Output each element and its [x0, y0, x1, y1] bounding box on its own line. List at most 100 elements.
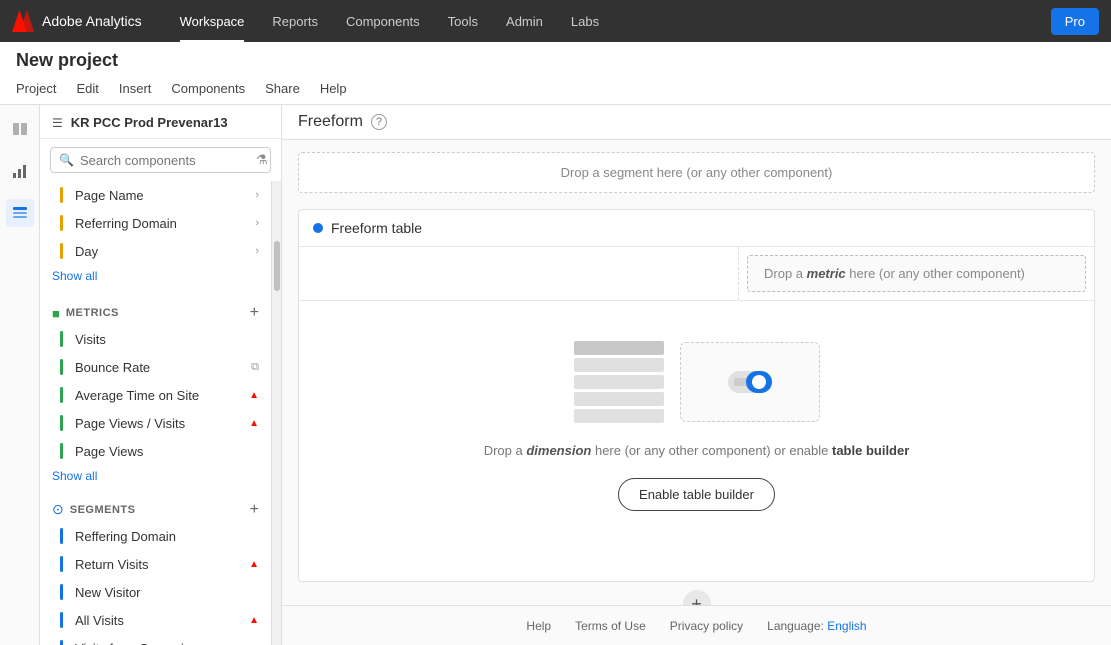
segment-bar [60, 640, 63, 645]
freeform-title: Freeform [298, 113, 363, 131]
panel-content: Page Name › Referring Domain › [40, 181, 281, 645]
components-panel: ☰ KR PCC Prod Prevenar13 🔍 ⚗ Page Name [40, 105, 282, 645]
dimension-column-header [299, 247, 739, 300]
dimension-page-name[interactable]: Page Name › [40, 181, 271, 209]
main-content: Freeform ? Drop a segment here (or any o… [282, 105, 1111, 645]
drop-metric-zone[interactable]: Drop a metric here (or any other compone… [747, 255, 1086, 292]
metric-label: Page Views / Visits [75, 416, 185, 431]
menu-bar: Project Edit Insert Components Share Hel… [16, 77, 1095, 104]
scrollbar-thumb [274, 241, 280, 291]
dim-color-bar [60, 215, 63, 231]
dim-label: Referring Domain [75, 216, 177, 231]
dimension-day[interactable]: Day › [40, 237, 271, 265]
metric-avg-time[interactable]: Average Time on Site ▲ [40, 381, 271, 409]
menu-edit[interactable]: Edit [66, 77, 108, 104]
nav-tools[interactable]: Tools [434, 0, 492, 42]
status-dot [313, 223, 323, 233]
add-panel-button[interactable]: + [683, 590, 711, 605]
nav-admin[interactable]: Admin [492, 0, 557, 42]
freeform-header: Freeform ? [282, 105, 1111, 140]
drop-segment-zone[interactable]: Drop a segment here (or any other compon… [298, 152, 1095, 193]
chevron-right-icon: › [255, 245, 259, 257]
nav-labs[interactable]: Labs [557, 0, 613, 42]
search-icon: 🔍 [59, 153, 74, 167]
workspace-area: Drop a segment here (or any other compon… [282, 140, 1111, 605]
chevron-right-icon: › [255, 189, 259, 201]
table-inner: Drop a metric here (or any other compone… [299, 247, 1094, 581]
segment-bar [60, 528, 63, 544]
metric-page-views[interactable]: Page Views [40, 437, 271, 465]
toggle-card [680, 342, 820, 422]
nav-workspace[interactable]: Workspace [166, 0, 259, 42]
terms-link[interactable]: Terms of Use [575, 619, 646, 633]
drop-dimension-hint: Drop a dimension here (or any other comp… [484, 443, 910, 458]
search-input[interactable] [80, 153, 256, 168]
segment-label: Reffering Domain [75, 529, 176, 544]
dimensions-list: Page Name › Referring Domain › [40, 181, 271, 295]
enable-table-builder-button[interactable]: Enable table builder [618, 478, 775, 511]
menu-components[interactable]: Components [161, 77, 255, 104]
filter-icon[interactable]: ⚗ [256, 152, 268, 168]
nav-components[interactable]: Components [332, 0, 434, 42]
metric-bounce-rate[interactable]: Bounce Rate ⧉ [40, 353, 271, 381]
panel-scrollbar[interactable] [271, 181, 281, 645]
show-all-dimensions[interactable]: Show all [40, 265, 271, 291]
chevron-right-icon: › [255, 217, 259, 229]
table-row-icon [574, 409, 664, 423]
segment-referring-domain[interactable]: Reffering Domain [40, 522, 271, 550]
component-list: Page Name › Referring Domain › [40, 181, 271, 645]
metric-bar [60, 331, 63, 347]
sidebar-chart-icon[interactable] [6, 157, 34, 185]
mini-table-icon [574, 341, 664, 423]
segment-label: New Visitor [75, 585, 141, 600]
metric-page-views-visits[interactable]: Page Views / Visits ▲ [40, 409, 271, 437]
metric-bar [60, 443, 63, 459]
show-all-metrics[interactable]: Show all [40, 465, 271, 491]
metric-label: Page Views [75, 444, 143, 459]
metric-visits[interactable]: Visits [40, 325, 271, 353]
main-layout: ☰ KR PCC Prod Prevenar13 🔍 ⚗ Page Name [0, 105, 1111, 645]
dim-color-bar [60, 187, 63, 203]
sidebar-panel-icon[interactable] [6, 115, 34, 143]
table-row-icon [574, 341, 664, 355]
privacy-link[interactable]: Privacy policy [670, 619, 743, 633]
add-segment-button[interactable]: + [250, 502, 259, 518]
table-top-row: Drop a metric here (or any other compone… [299, 247, 1094, 301]
segment-all-visits[interactable]: All Visits ▲ [40, 606, 271, 634]
hamburger-icon: ☰ [52, 116, 63, 130]
language-value[interactable]: English [827, 619, 866, 633]
segment-return-visits[interactable]: Return Visits ▲ [40, 550, 271, 578]
sub-header: New project Project Edit Insert Componen… [0, 42, 1111, 105]
table-row-icon [574, 375, 664, 389]
help-icon[interactable]: ? [371, 114, 387, 130]
menu-help[interactable]: Help [310, 77, 357, 104]
add-metric-button[interactable]: + [250, 305, 259, 321]
adobe-logo-icon [12, 10, 34, 32]
nav-reports[interactable]: Reports [258, 0, 332, 42]
segment-label: Visits from Campaign [75, 641, 198, 645]
language-label: Language: English [767, 619, 866, 633]
pro-button[interactable]: Pro [1051, 8, 1099, 35]
segments-label: SEGMENTS [70, 504, 136, 516]
segment-visits-from-campaign[interactable]: Visits from Campaign ▲ [40, 634, 271, 645]
sidebar-table-icon[interactable] [6, 199, 34, 227]
metric-label: Average Time on Site [75, 388, 199, 403]
panel-header: ☰ KR PCC Prod Prevenar13 [40, 105, 281, 139]
menu-insert[interactable]: Insert [109, 77, 162, 104]
menu-share[interactable]: Share [255, 77, 310, 104]
menu-project[interactable]: Project [16, 77, 66, 104]
dimension-referring-domain[interactable]: Referring Domain › [40, 209, 271, 237]
nav-right: Pro [1051, 8, 1099, 35]
dim-color-bar [60, 243, 63, 259]
freeform-table-title: Freeform table [331, 220, 422, 236]
app-name: Adobe Analytics [42, 13, 142, 29]
table-row-icon [574, 358, 664, 372]
search-bar-container: 🔍 ⚗ [50, 147, 271, 173]
segment-new-visitor[interactable]: New Visitor [40, 578, 271, 606]
metric-bar [60, 387, 63, 403]
adobe-icon: ▲ [249, 615, 259, 626]
segment-bar [60, 556, 63, 572]
drop-segment-text: Drop a segment here (or any other compon… [561, 165, 833, 180]
toggle-thumb [746, 371, 772, 393]
help-link[interactable]: Help [526, 619, 551, 633]
